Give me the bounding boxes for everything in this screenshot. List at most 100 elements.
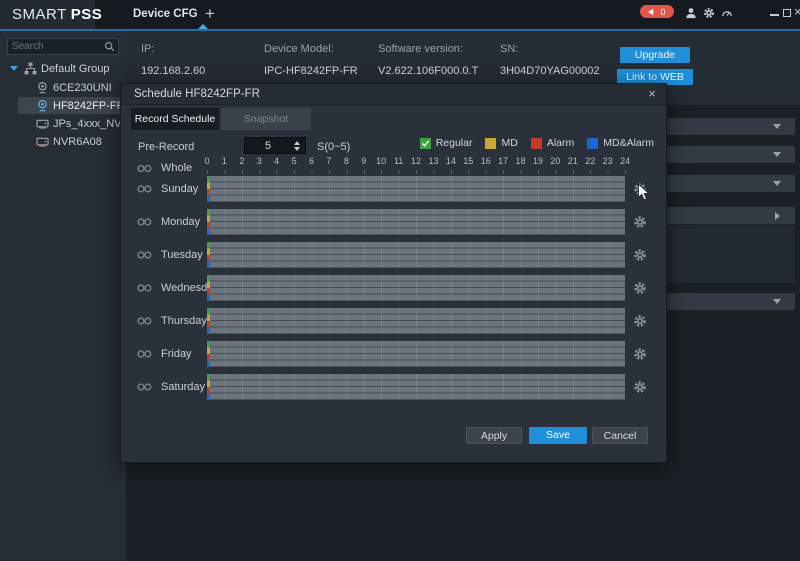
device-label: 6CE230UNI: [53, 82, 112, 94]
alarm-badge[interactable]: 0: [640, 5, 674, 18]
device-label: JPs_4xxx_NVR: [53, 118, 129, 130]
field-sn: SN: 3H04D70YAG00002: [500, 43, 599, 77]
sidebar-item-6ce230uni[interactable]: 6CE230UNI: [0, 79, 126, 96]
app-logo: SMART PSS: [0, 0, 95, 29]
sidebar-item-hf8242fp-fr[interactable]: HF8242FP-FR: [18, 97, 126, 114]
pre-record-stepper[interactable]: [244, 137, 306, 154]
close-button[interactable]: ×: [794, 4, 800, 19]
search-input[interactable]: [12, 39, 100, 54]
whole-label: Whole: [161, 162, 192, 174]
link-icon[interactable]: [137, 185, 152, 194]
minimize-button[interactable]: [770, 14, 779, 16]
timeline-bar[interactable]: [207, 242, 625, 268]
day-label: Thursday: [161, 308, 207, 334]
spinner-arrows[interactable]: [293, 140, 302, 152]
sidebar-item-nvr6a08[interactable]: NVR6A08: [0, 133, 126, 150]
link-icon[interactable]: [137, 284, 152, 293]
apply-button[interactable]: Apply: [466, 427, 522, 444]
gear-icon[interactable]: [633, 347, 647, 361]
group-icon: [24, 62, 37, 75]
legend-md-alarm[interactable]: MD&Alarm: [587, 137, 654, 149]
field-software-version: Software version: V2.622.106F000.0.T: [378, 43, 478, 77]
search-icon[interactable]: [104, 41, 115, 52]
field-ip: IP: 192.168.2.60: [141, 43, 205, 77]
user-icon[interactable]: [685, 7, 697, 19]
timeline-strip: [207, 308, 210, 334]
day-label: Monday: [161, 209, 200, 235]
timeline-strip: [207, 176, 210, 202]
check-icon: [421, 139, 430, 148]
alarm-count: 0: [660, 7, 665, 17]
timeline-strip: [207, 374, 210, 400]
schedule-dialog: Schedule HF8242FP-FR × Record Schedule S…: [120, 83, 667, 463]
brand-text: SMART: [12, 6, 67, 23]
gear-icon[interactable]: [633, 248, 647, 262]
sidebar-item-jps-4xxx-nvr[interactable]: JPs_4xxx_NVR: [0, 115, 126, 132]
gear-icon[interactable]: [633, 281, 647, 295]
link-icon[interactable]: [137, 317, 152, 326]
brand-text-bold: PSS: [71, 6, 103, 23]
title-bar: SMART PSS Device CFG + 0 ×: [0, 0, 800, 29]
smart-pss-window: SMART PSS Device CFG + 0 × 08:45:01 IP: …: [0, 0, 800, 561]
link-icon[interactable]: [137, 383, 152, 392]
day-label: Tuesday: [161, 242, 203, 268]
dialog-title: Schedule HF8242FP-FR: [134, 88, 260, 100]
camera-icon: [36, 99, 49, 112]
timeline-strip: [207, 242, 210, 268]
alarm-swatch[interactable]: [531, 138, 542, 149]
dialog-close-icon[interactable]: ×: [648, 86, 656, 101]
spin-up-icon[interactable]: [294, 141, 300, 145]
netspeed-icon[interactable]: [721, 7, 733, 19]
schedule-row-whole: Whole: [121, 161, 668, 175]
search-box[interactable]: [7, 38, 119, 55]
md-alarm-swatch[interactable]: [587, 138, 598, 149]
schedule-row-thursday: Thursday: [121, 308, 668, 334]
pre-record-label: Pre-Record: [138, 141, 194, 153]
link-icon[interactable]: [137, 164, 152, 173]
mouse-cursor: [637, 183, 650, 202]
link-icon[interactable]: [137, 251, 152, 260]
spin-down-icon[interactable]: [294, 147, 300, 151]
chevron-down-icon: [773, 299, 781, 304]
link-icon[interactable]: [137, 350, 152, 359]
nvr-icon: [36, 135, 49, 148]
maximize-button[interactable]: [783, 9, 791, 17]
cancel-button[interactable]: Cancel: [592, 427, 648, 444]
gear-icon[interactable]: [633, 380, 647, 394]
tab-record-schedule[interactable]: Record Schedule: [131, 108, 219, 130]
camera-icon: [36, 81, 49, 94]
regular-checkbox[interactable]: [420, 138, 431, 149]
md-swatch[interactable]: [485, 138, 496, 149]
timeline-bar[interactable]: [207, 176, 625, 202]
timeline-bar[interactable]: [207, 374, 625, 400]
gear-icon[interactable]: [703, 7, 715, 19]
timeline-strip: [207, 209, 210, 235]
device-sidebar: Default Group 6CE230UNI HF8242FP-FR JPs_…: [0, 31, 126, 561]
tab-snapshot-schedule[interactable]: Snapshot Schedule: [221, 108, 311, 130]
link-icon[interactable]: [137, 218, 152, 227]
timeline-strip: [207, 341, 210, 367]
field-model: Device Model: IPC-HF8242FP-FR: [264, 43, 358, 77]
save-button[interactable]: Save: [529, 427, 587, 444]
chevron-down-icon: [773, 124, 781, 129]
timeline-bar[interactable]: [207, 308, 625, 334]
speaker-icon: [648, 8, 656, 16]
schedule-row-saturday: Saturday: [121, 374, 668, 400]
upgrade-button[interactable]: Upgrade: [620, 47, 690, 63]
schedule-row-sunday: Sunday: [121, 176, 668, 202]
group-label: Default Group: [41, 63, 109, 75]
gear-icon[interactable]: [633, 215, 647, 229]
pre-record-input[interactable]: [245, 138, 291, 153]
sidebar-item-default-group[interactable]: Default Group: [0, 60, 126, 77]
legend-alarm[interactable]: Alarm: [531, 137, 574, 149]
timeline-bar[interactable]: [207, 209, 625, 235]
timeline-bar[interactable]: [207, 341, 625, 367]
timeline-bar[interactable]: [207, 275, 625, 301]
gear-icon[interactable]: [633, 314, 647, 328]
tab-device-cfg[interactable]: Device CFG: [133, 0, 198, 29]
legend-regular[interactable]: Regular: [420, 137, 473, 149]
expand-arrow-icon[interactable]: [10, 66, 18, 71]
legend-md[interactable]: MD: [485, 137, 517, 149]
day-label: Saturday: [161, 374, 205, 400]
nvr-icon: [36, 117, 49, 130]
